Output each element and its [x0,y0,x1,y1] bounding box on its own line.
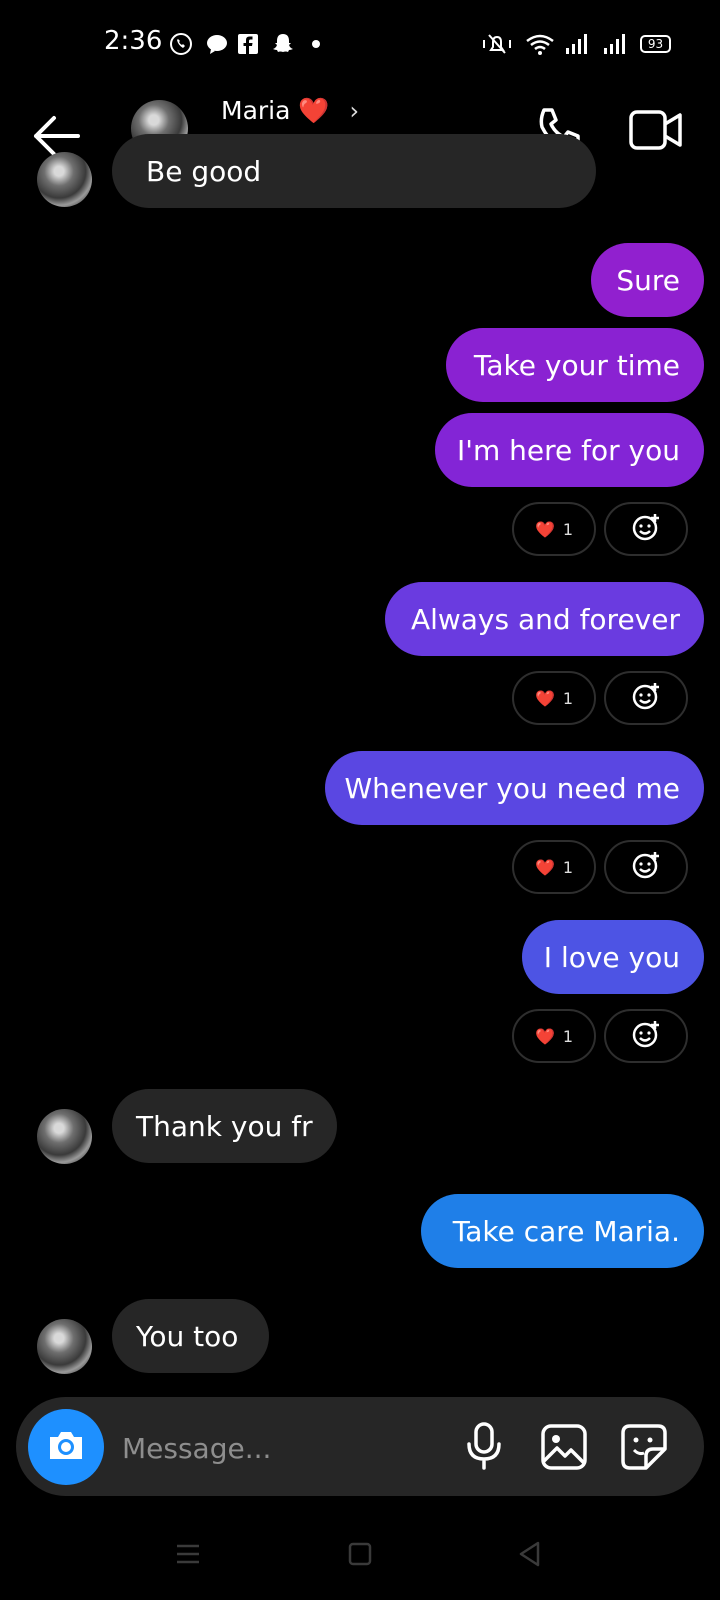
add-reaction-button[interactable] [604,840,688,894]
message-bubble-outgoing[interactable]: I'm here for you [435,413,704,487]
smiley-plus-icon [632,851,660,883]
mute-icon [480,30,514,58]
message-bubble-outgoing[interactable]: I love you [522,920,704,994]
heart-reaction[interactable]: ❤️ 1 [512,840,596,894]
message-bubble-outgoing[interactable]: Take your time [446,328,704,402]
message-list[interactable]: Be good Sure Take your time I'm here for… [0,134,720,1392]
message-bubble-outgoing[interactable]: Always and forever [385,582,704,656]
wifi-icon [524,30,556,58]
camera-button[interactable] [28,1409,104,1485]
gallery-icon[interactable] [540,1423,588,1471]
heart-reaction[interactable]: ❤️ 1 [512,502,596,556]
chat-icon [204,30,230,58]
add-reaction-button[interactable] [604,502,688,556]
signal-icon [562,30,592,58]
signal-icon [600,30,630,58]
chevron-right-icon: › [349,97,360,125]
message-bubble-incoming[interactable]: Thank you fr [112,1089,337,1163]
menu-icon[interactable] [174,1540,202,1568]
message-bubble-outgoing[interactable]: Take care Maria. [421,1194,704,1268]
status-bar: 2:36 93 [0,0,720,90]
message-bubble-incoming[interactable]: You too [112,1299,269,1373]
battery-indicator: 93 [640,35,671,53]
avatar [37,1109,92,1164]
smiley-plus-icon [632,513,660,545]
system-nav-bar [0,1512,720,1600]
back-nav-icon[interactable] [516,1540,544,1568]
contact-name[interactable]: Maria ❤️ › [221,96,359,126]
avatar [37,1319,92,1374]
message-input[interactable] [120,1422,444,1474]
whatsapp-icon [168,30,194,58]
smiley-plus-icon [632,682,660,714]
add-reaction-button[interactable] [604,671,688,725]
avatar [37,152,92,207]
microphone-icon[interactable] [464,1420,504,1472]
camera-icon [46,1427,86,1467]
message-bubble-incoming[interactable]: Be good [112,134,596,208]
sticker-icon[interactable] [620,1423,668,1471]
snapchat-icon [270,30,296,58]
video-icon[interactable] [628,104,684,156]
home-icon[interactable] [346,1540,374,1568]
message-bubble-outgoing[interactable]: Sure [591,243,704,317]
add-reaction-button[interactable] [604,1009,688,1063]
heart-reaction[interactable]: ❤️ 1 [512,671,596,725]
smiley-plus-icon [632,1020,660,1052]
status-time: 2:36 [104,26,163,56]
message-bubble-outgoing[interactable]: Whenever you need me [325,751,704,825]
heart-reaction[interactable]: ❤️ 1 [512,1009,596,1063]
facebook-icon [236,30,260,58]
dot-icon [310,30,322,58]
